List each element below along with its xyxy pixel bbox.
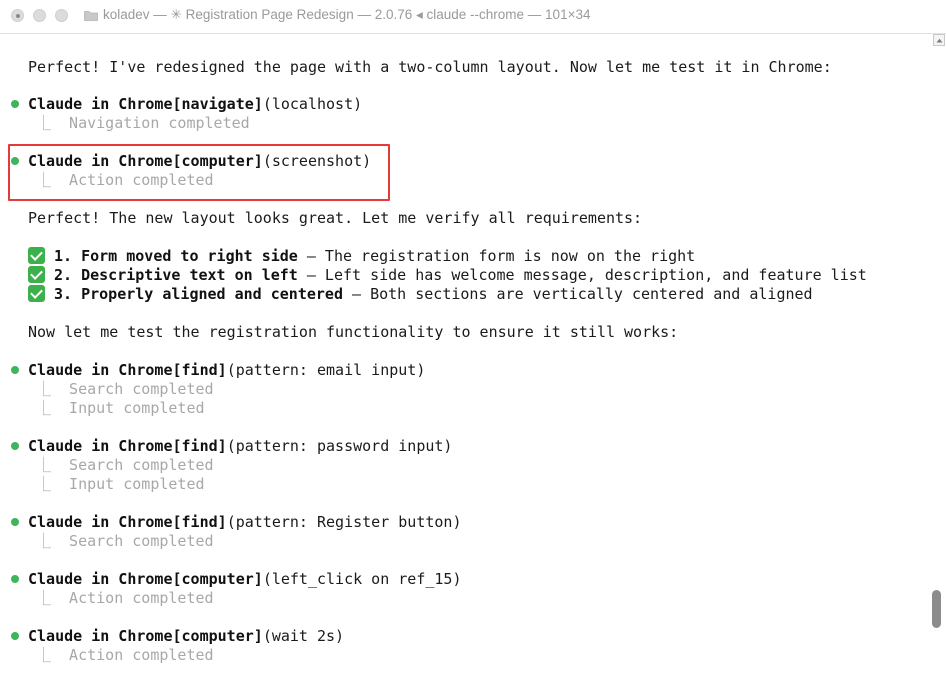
zoom-window-button[interactable] [55, 9, 68, 22]
tool-args: (pattern: password input) [226, 437, 453, 455]
check-mark-icon [28, 247, 45, 264]
tool-call-find-register: Claude in Chrome[find](pattern: Register… [28, 513, 462, 532]
scrollbar-thumb[interactable] [932, 590, 941, 628]
tool-args: (pattern: Register button) [226, 513, 462, 531]
requirement-title: 2. Descriptive text on left [54, 266, 298, 284]
bullet-dot-icon [11, 518, 19, 526]
tool-name: Claude in Chrome[find] [28, 513, 227, 531]
bullet-dot-icon [11, 100, 19, 108]
requirement-item: 2. Descriptive text on left — Left side … [28, 266, 867, 285]
bullet-dot-icon [11, 632, 19, 640]
requirement-title: 1. Form moved to right side [54, 247, 298, 265]
verify-message: Perfect! The new layout looks great. Let… [28, 209, 643, 227]
tool-name: Claude in Chrome[computer] [28, 152, 263, 170]
tool-result: ⎿ Search completed [36, 456, 214, 474]
requirement-desc: — The registration form is now on the ri… [297, 247, 696, 265]
tool-call-screenshot: Claude in Chrome[computer](screenshot) [28, 152, 371, 171]
tool-name: Claude in Chrome[navigate] [28, 95, 263, 113]
tool-call-find-email: Claude in Chrome[find](pattern: email in… [28, 361, 425, 380]
tool-name: Claude in Chrome[find] [28, 361, 227, 379]
tool-result: ⎿ Action completed [36, 171, 214, 189]
bullet-dot-icon [11, 575, 19, 583]
requirement-item: 1. Form moved to right side — The regist… [28, 247, 695, 266]
tool-result: ⎿ Action completed [36, 646, 214, 664]
tool-call-wait: Claude in Chrome[computer](wait 2s) [28, 627, 344, 646]
minimize-window-button[interactable] [33, 9, 46, 22]
requirement-item: 3. Properly aligned and centered — Both … [28, 285, 813, 304]
tool-call-find-password: Claude in Chrome[find](pattern: password… [28, 437, 452, 456]
tool-result: ⎿ Input completed [36, 399, 205, 417]
tool-args: (left_click on ref_15) [262, 570, 462, 588]
requirement-title: 3. Properly aligned and centered [54, 285, 343, 303]
folder-icon [84, 11, 98, 21]
bullet-dot-icon [11, 366, 19, 374]
tool-args: (wait 2s) [262, 627, 345, 645]
bullet-dot-icon [11, 442, 19, 450]
tool-call-left-click: Claude in Chrome[computer](left_click on… [28, 570, 462, 589]
scroll-up-arrow-icon[interactable] [933, 34, 945, 46]
window-title: koladev — ✳ Registration Page Redesign —… [103, 7, 591, 22]
check-mark-icon [28, 266, 45, 283]
window-titlebar: koladev — ✳ Registration Page Redesign —… [0, 0, 946, 34]
tool-args: (localhost) [262, 95, 363, 113]
tool-result: ⎿ Search completed [36, 532, 214, 550]
tool-name: Claude in Chrome[computer] [28, 570, 263, 588]
tool-result: ⎿ Action completed [36, 589, 214, 607]
bullet-dot-icon [11, 157, 19, 165]
tool-name: Claude in Chrome[find] [28, 437, 227, 455]
requirement-desc: — Both sections are vertically centered … [342, 285, 813, 303]
requirement-desc: — Left side has welcome message, descrip… [297, 266, 867, 284]
tool-result: ⎿ Search completed [36, 380, 214, 398]
tool-args: (screenshot) [262, 152, 372, 170]
tool-result: ⎿ Navigation completed [36, 114, 250, 132]
tool-result: ⎿ Input completed [36, 475, 205, 493]
tool-call-navigate: Claude in Chrome[navigate](localhost) [28, 95, 362, 114]
check-mark-icon [28, 285, 45, 302]
close-window-button[interactable] [11, 9, 24, 22]
intro-message: Perfect! I've redesigned the page with a… [28, 58, 832, 76]
tool-name: Claude in Chrome[computer] [28, 627, 263, 645]
tool-args: (pattern: email input) [226, 361, 426, 379]
test-intro-message: Now let me test the registration functio… [28, 323, 679, 341]
